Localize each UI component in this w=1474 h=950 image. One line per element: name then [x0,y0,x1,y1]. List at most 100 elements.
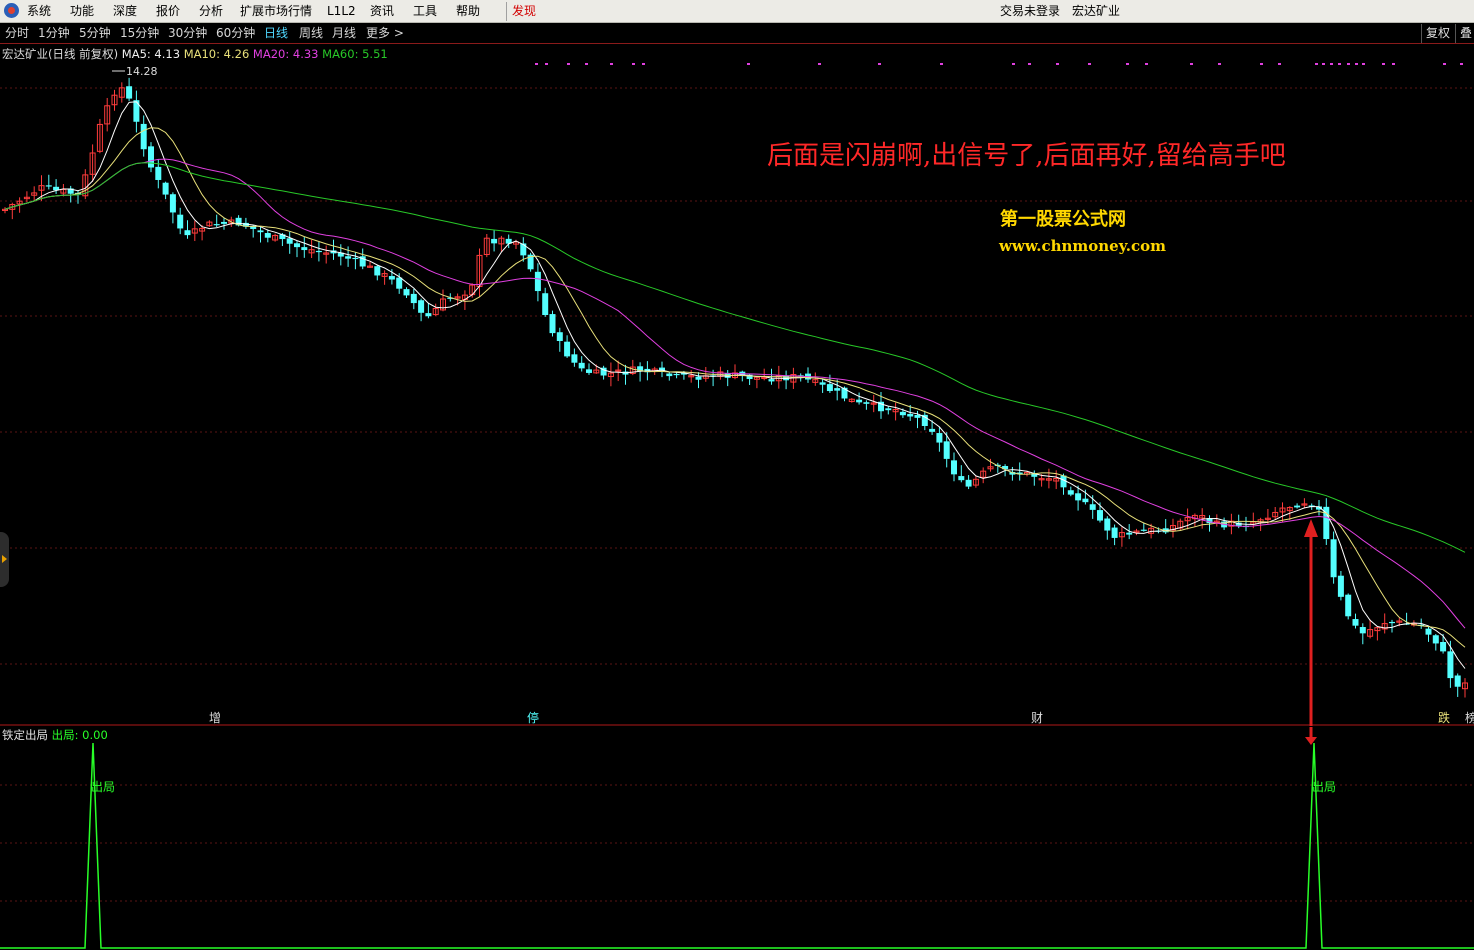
signal-dot [940,63,943,65]
candle-body-down [929,428,936,432]
candle-body-down [856,399,863,403]
overlay-button[interactable]: 叠 [1455,24,1474,43]
candle-body-down [571,354,578,363]
menu-help[interactable]: 帮助 [456,3,480,20]
candle-body-down [418,300,425,313]
period-daily[interactable]: 日线 [264,25,288,42]
candle-body-down [768,379,775,382]
candle-body-down [301,247,308,251]
adjust-button[interactable]: 复权 [1421,24,1454,43]
period-30min[interactable]: 30分钟 [168,25,207,42]
candle-body-down [936,433,943,443]
signal-dot [610,63,613,65]
signal-dot [535,63,538,65]
ma5-value: MA5: 4.13 [121,47,181,61]
period-5min[interactable]: 5分钟 [79,25,111,42]
candle-body-down [264,233,271,238]
event-label-text: 财 [1031,711,1043,725]
signal-dot [1088,63,1091,65]
candle-body-down [666,373,673,377]
menu-extended-market[interactable]: 扩展市场行情 [240,3,312,20]
menu-l1l2[interactable]: L1L2 [327,3,356,20]
menu-bar: 系统 功能 深度 报价 分析 扩展市场行情 L1L2 资讯 工具 帮助 发现 交… [0,0,1474,23]
candle-body-down [45,185,52,187]
signal-dot [1012,63,1015,65]
candle-body-down [388,276,395,280]
candle-body-down [943,441,950,459]
indicator-canvas[interactable]: 出局 出局 [0,727,1474,950]
candle-body-down [1352,619,1359,626]
candle-body-down [403,289,410,296]
candle-body-down [177,214,184,229]
menu-depth[interactable]: 深度 [113,3,137,20]
candle-body-down [958,476,965,481]
ma10-value: MA10: 4.26 [183,47,250,61]
candle-body-down [184,230,191,236]
period-60min[interactable]: 60分钟 [216,25,255,42]
candle-body-down [126,86,133,99]
period-1min[interactable]: 1分钟 [38,25,70,42]
period-monthly[interactable]: 月线 [332,25,356,42]
signal-dot [1392,63,1395,65]
event-label-text: 停 [527,710,539,725]
signal-dot [632,63,635,65]
candle-body-down [914,414,921,418]
menu-tools[interactable]: 工具 [413,3,437,20]
candle-body-down [315,250,322,253]
period-more[interactable]: 更多 > [366,25,404,42]
period-15min[interactable]: 15分钟 [120,25,159,42]
candle-body-down [140,123,147,150]
signal-dot [1028,63,1031,65]
event-label-text: 榜 [1465,710,1474,725]
candle-body-down [578,362,585,369]
exit-signal-label: 出局 [1312,780,1336,794]
candle-body-down [826,384,833,392]
signal-dot [818,63,821,65]
stock-title: 宏达矿业(日线 前复权) [2,47,119,61]
candle-body-down [1126,532,1133,535]
period-intraday[interactable]: 分时 [5,25,29,42]
candle-body-down [549,314,556,334]
candle-body-down [586,369,592,373]
ma20-value: MA20: 4.33 [252,47,319,61]
menu-system[interactable]: 系统 [27,3,51,20]
candle-body-down [345,256,352,259]
menu-news[interactable]: 资讯 [370,3,394,20]
signal-arrow-tip [1305,737,1317,745]
signal-dot [1347,63,1350,65]
side-panel-toggle[interactable] [0,532,9,587]
signal-dot [1330,63,1333,65]
login-status[interactable]: 交易未登录 [1000,3,1060,20]
candle-body-down [1097,510,1103,521]
candle-body-down [1067,490,1074,495]
candle-body-down [410,293,417,304]
indicator-panel[interactable]: 出局 出局 铁定出局 出局: 0.00 [0,727,1474,950]
signal-dot [642,63,645,65]
candle-body-down [286,238,293,244]
menu-discover[interactable]: 发现 [512,3,536,20]
menu-separator [506,2,507,21]
menu-quote[interactable]: 报价 [156,3,180,20]
price-chart-panel[interactable]: 14.28 后面是闪崩啊,出信号了,后面再好,留给高手吧 第一股票公式网 www.ch… [0,45,1474,726]
candle-body-down [155,166,162,180]
candle-body-down [1447,651,1454,679]
candle-body-down [1440,641,1447,652]
candle-body-down [1089,504,1096,510]
candle-body-down [556,332,563,342]
ma5-line [4,101,1466,669]
candle-body-down [863,402,870,404]
signal-dot [1382,63,1385,65]
candle-body-down [834,388,841,391]
signal-dot [747,63,750,65]
menu-function[interactable]: 功能 [70,3,94,20]
signal-dot [1338,63,1341,65]
period-weekly[interactable]: 周线 [299,25,323,42]
signal-dot [1190,63,1193,65]
candle-body-down [1389,621,1395,624]
candle-body-down [1104,518,1111,531]
indicator-value: 出局: 0.00 [51,728,108,742]
price-chart-canvas[interactable]: 14.28 后面是闪崩啊,出信号了,后面再好,留给高手吧第一股票公式网 www.ch… [0,45,1474,726]
period-bar: 分时 1分钟 5分钟 15分钟 30分钟 60分钟 日线 周线 月线 更多 > … [0,23,1474,44]
price-chart-legend: 宏达矿业(日线 前复权) MA5: 4.13 MA10: 4.26 MA20: … [2,46,388,62]
menu-analysis[interactable]: 分析 [199,3,223,20]
